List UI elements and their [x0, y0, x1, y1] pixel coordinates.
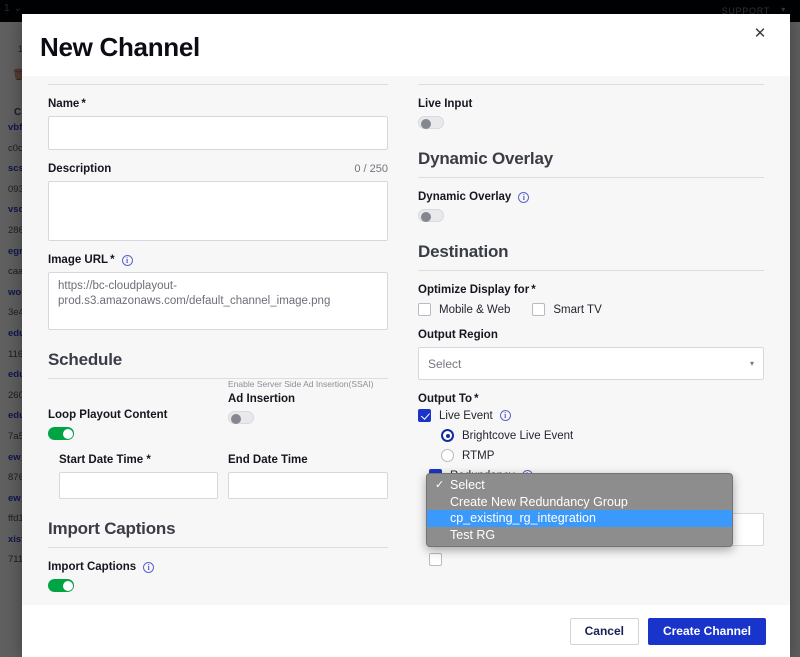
import-captions-heading: Import Captions — [48, 519, 388, 539]
radio-brightcove-live-event[interactable]: Brightcove Live Event — [418, 429, 764, 442]
radio-button[interactable] — [441, 429, 454, 442]
check-icon: ✓ — [435, 477, 444, 494]
radio-label: RTMP — [462, 450, 494, 462]
top-divider-left — [48, 84, 388, 85]
close-icon[interactable]: ✕ — [750, 24, 770, 44]
checkbox-box[interactable] — [418, 409, 431, 422]
date-row: Start Date Time * End Date Time — [48, 440, 388, 499]
end-date-label: End Date Time — [228, 454, 388, 466]
image-url-label: Image URL * i — [48, 254, 388, 266]
schedule-heading: Schedule — [48, 350, 388, 370]
image-url-label-text: Image URL — [48, 254, 108, 266]
top-divider-right — [418, 84, 764, 85]
ad-insertion-toggle[interactable] — [228, 411, 254, 424]
checkbox-mobile-web[interactable]: Mobile & Web — [418, 303, 510, 316]
checkbox-label: Live Event — [439, 410, 493, 422]
description-label: Description — [48, 163, 111, 175]
checkbox-box[interactable] — [532, 303, 545, 316]
destination-heading: Destination — [418, 242, 764, 262]
output-region-value: Select — [428, 357, 461, 371]
dropdown-option-label: cp_existing_rg_integration — [450, 511, 596, 525]
import-captions-divider — [48, 547, 388, 548]
destination-divider — [418, 270, 764, 271]
description-label-row: Description 0 / 250 — [48, 163, 388, 175]
loop-playout-label: Loop Playout Content — [48, 409, 218, 421]
dynamic-overlay-toggle[interactable] — [418, 209, 444, 222]
create-channel-button[interactable]: Create Channel — [648, 618, 766, 645]
dynamic-overlay-divider — [418, 177, 764, 178]
dynamic-overlay-label-text: Dynamic Overlay — [418, 191, 511, 203]
optimize-display-label: Optimize Display for * — [418, 284, 764, 296]
redundant-group-dropdown-menu[interactable]: ✓ Select Create New Redundancy Group cp_exi… — [426, 473, 733, 547]
start-date-label-text: Start Date Time — [59, 454, 143, 466]
import-captions-label: Import Captions i — [48, 561, 388, 573]
end-date-input[interactable] — [228, 472, 388, 499]
start-date-input[interactable] — [59, 472, 218, 499]
modal-header: New Channel ✕ — [22, 14, 790, 76]
live-input-label: Live Input — [418, 98, 764, 110]
modal-footer: Cancel Create Channel — [22, 605, 790, 657]
loop-playout-group: Loop Playout Content — [48, 379, 218, 440]
name-required-marker: * — [81, 98, 85, 110]
output-to-label-text: Output To — [418, 393, 472, 405]
dropdown-option[interactable]: ✓ Select — [427, 477, 732, 494]
checkbox-box[interactable] — [418, 303, 431, 316]
dropdown-option[interactable]: Create New Redundancy Group — [427, 494, 732, 511]
description-counter: 0 / 250 — [354, 163, 388, 175]
ad-insertion-label: Ad Insertion — [228, 393, 388, 405]
optimize-display-options: Mobile & Web Smart TV — [418, 296, 764, 316]
radio-rtmp[interactable]: RTMP — [418, 449, 764, 462]
description-textarea[interactable] — [48, 181, 388, 241]
optimize-display-required-marker: * — [531, 284, 535, 296]
name-label-text: Name — [48, 98, 79, 110]
right-column: Live Input Dynamic Overlay Dynamic Overl… — [406, 76, 790, 605]
dropdown-option[interactable]: cp_existing_rg_integration — [427, 510, 732, 527]
image-url-textarea[interactable] — [48, 272, 388, 330]
output-region-label: Output Region — [418, 329, 764, 341]
import-captions-label-text: Import Captions — [48, 561, 136, 573]
dynamic-overlay-heading: Dynamic Overlay — [418, 149, 764, 169]
cancel-button[interactable]: Cancel — [570, 618, 639, 645]
start-date-label: Start Date Time * — [59, 454, 218, 466]
loop-playout-toggle[interactable] — [48, 427, 74, 440]
info-icon[interactable]: i — [518, 192, 529, 203]
dropdown-option-label: Test RG — [450, 528, 495, 542]
checkbox-hidden-below[interactable] — [418, 553, 764, 566]
live-input-toggle[interactable] — [418, 116, 444, 129]
ad-insertion-hint: Enable Server Side Ad Insertion(SSAI) — [228, 379, 388, 389]
start-date-required-marker: * — [146, 454, 150, 466]
end-date-group: End Date Time — [218, 440, 388, 499]
name-label: Name * — [48, 98, 388, 110]
name-input[interactable] — [48, 116, 388, 150]
modal-body: Name * Description 0 / 250 Image URL * i… — [22, 76, 790, 605]
output-to-label: Output To * — [418, 393, 764, 405]
import-captions-toggle[interactable] — [48, 579, 74, 592]
optimize-display-label-text: Optimize Display for — [418, 284, 529, 296]
chevron-down-icon: ▾ — [750, 359, 754, 368]
dynamic-overlay-label: Dynamic Overlay i — [418, 191, 764, 203]
radio-button[interactable] — [441, 449, 454, 462]
checkbox-label: Mobile & Web — [439, 304, 510, 316]
new-channel-modal: New Channel ✕ Name * Description 0 / 250… — [22, 14, 790, 657]
info-icon[interactable]: i — [500, 410, 511, 421]
page-title: New Channel — [40, 32, 200, 63]
output-region-select[interactable]: Select ▾ — [418, 347, 764, 380]
radio-label: Brightcove Live Event — [462, 430, 573, 442]
ad-insertion-group: Enable Server Side Ad Insertion(SSAI) Ad… — [218, 379, 388, 440]
checkbox-live-event[interactable]: Live Event i — [418, 409, 764, 422]
checkbox-label: Smart TV — [553, 304, 601, 316]
image-url-required-marker: * — [110, 254, 114, 266]
info-icon[interactable]: i — [122, 255, 133, 266]
dropdown-option-label: Create New Redundancy Group — [450, 495, 628, 509]
info-icon[interactable]: i — [143, 562, 154, 573]
dropdown-option-label: Select — [450, 478, 485, 492]
checkbox-smart-tv[interactable]: Smart TV — [532, 303, 601, 316]
dropdown-option[interactable]: Test RG — [427, 527, 732, 544]
left-column: Name * Description 0 / 250 Image URL * i… — [22, 76, 406, 605]
start-date-group: Start Date Time * — [48, 440, 218, 499]
schedule-toggles-row: Loop Playout Content Enable Server Side … — [48, 379, 388, 440]
checkbox-box[interactable] — [429, 553, 442, 566]
output-to-required-marker: * — [474, 393, 478, 405]
